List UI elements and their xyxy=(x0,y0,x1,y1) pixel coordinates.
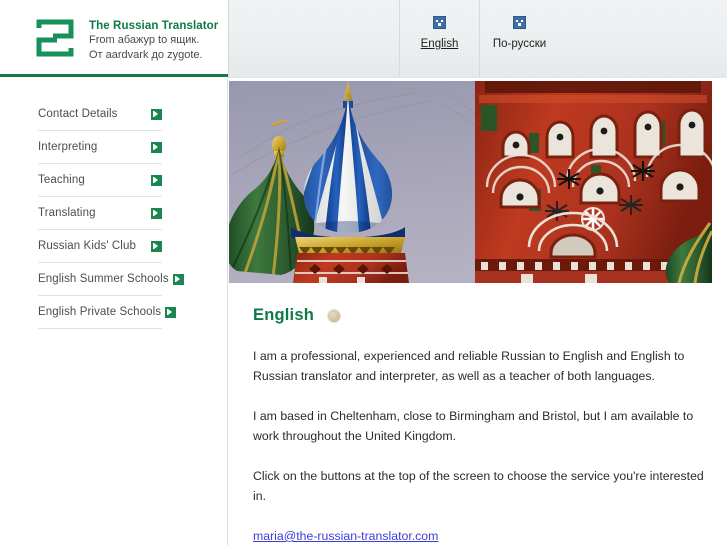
language-nav-panel: English По-русски xyxy=(228,0,727,78)
bullet-circle-icon xyxy=(327,308,341,323)
sidebar-item-label: Teaching xyxy=(38,174,85,186)
sidebar: Contact Details Interpreting Teaching Tr… xyxy=(0,78,228,545)
sidebar-item-label: Interpreting xyxy=(38,141,98,153)
sidebar-item-english-private-schools[interactable]: English Private Schools xyxy=(38,296,177,329)
email-link[interactable]: maria@the-russian-translator.com xyxy=(253,529,438,543)
green-arrow-icon xyxy=(151,240,162,252)
sidebar-item-contact-details[interactable]: Contact Details xyxy=(38,98,162,131)
nav-item-english[interactable]: English xyxy=(400,0,479,77)
sidebar-item-russian-kids-club[interactable]: Russian Kids' Club xyxy=(38,230,162,263)
sidebar-item-label: English Private Schools xyxy=(38,306,162,318)
sidebar-item-interpreting[interactable]: Interpreting xyxy=(38,131,162,164)
sidebar-menu: Contact Details Interpreting Teaching Tr… xyxy=(38,98,184,329)
paragraph-intro: I am a professional, experienced and rel… xyxy=(253,349,685,383)
sidebar-item-teaching[interactable]: Teaching xyxy=(38,164,162,197)
main-content: English I am a professional, experienced… xyxy=(229,78,727,545)
paragraph-location: I am based in Cheltenham, close to Birmi… xyxy=(253,409,694,443)
nav-item-russian-label: По-русски xyxy=(492,38,547,50)
site-header: The Russian Translator From абажур to ящ… xyxy=(0,0,727,78)
article-body: English I am a professional, experienced… xyxy=(253,306,708,545)
hero-image-saint-basils xyxy=(229,81,712,283)
header-green-rule xyxy=(0,74,228,77)
green-arrow-icon xyxy=(151,207,162,219)
green-arrow-icon xyxy=(151,174,162,186)
nav-item-russian[interactable]: По-русски xyxy=(480,0,559,77)
russian-translator-logo-icon[interactable] xyxy=(33,14,77,62)
blue-square-icon xyxy=(513,16,526,29)
brand-text: The Russian Translator From абажур to ящ… xyxy=(89,19,224,62)
blue-square-icon xyxy=(433,16,446,29)
green-arrow-icon xyxy=(165,306,177,318)
sidebar-item-english-summer-schools[interactable]: English Summer Schools xyxy=(38,263,184,296)
tagline-line-2: От aardvark до zygote. xyxy=(89,48,203,61)
tagline-line-1: From абажур to ящик. xyxy=(89,34,200,46)
site-title: The Russian Translator xyxy=(89,20,219,32)
green-arrow-icon xyxy=(151,108,162,120)
paragraph-instruction: Click on the buttons at the top of the s… xyxy=(253,469,704,503)
sidebar-item-label: Translating xyxy=(38,207,96,219)
sidebar-item-label: Contact Details xyxy=(38,108,118,120)
green-arrow-icon xyxy=(172,273,184,285)
sidebar-item-label: Russian Kids' Club xyxy=(38,240,136,252)
language-nav: English По-русски xyxy=(399,0,559,77)
sidebar-item-translating[interactable]: Translating xyxy=(38,197,162,230)
green-arrow-icon xyxy=(151,141,162,153)
brand-block: The Russian Translator From абажур to ящ… xyxy=(0,0,228,77)
sidebar-item-label: English Summer Schools xyxy=(38,273,169,285)
section-heading-row: English xyxy=(253,306,708,325)
nav-item-english-label: English xyxy=(420,38,459,50)
page-title: English xyxy=(253,306,314,324)
